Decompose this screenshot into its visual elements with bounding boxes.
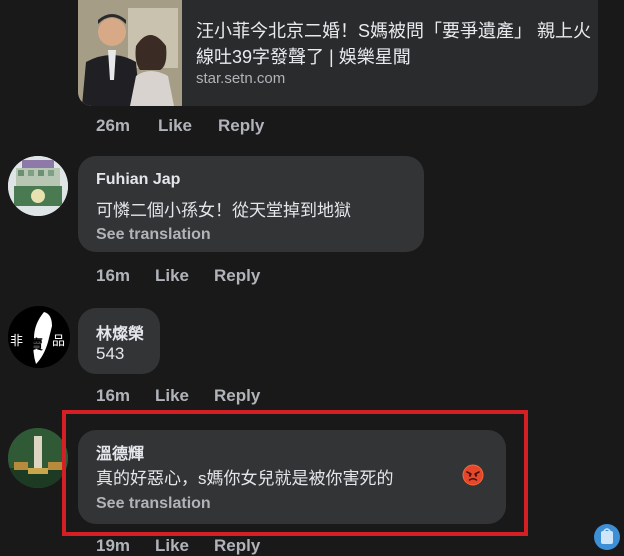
link-preview-thumbnail[interactable]	[78, 0, 182, 106]
comment-text: 543	[96, 344, 125, 363]
highlight-box	[62, 410, 528, 536]
avatar-text: 品	[52, 333, 66, 348]
comment-author[interactable]: 林燦榮	[96, 320, 144, 344]
avatar-text: 賣	[30, 337, 44, 352]
overlay-badge-icon[interactable]	[594, 524, 620, 550]
reply-button[interactable]: Reply	[214, 266, 260, 286]
comment-time: 19m	[96, 536, 131, 555]
like-button[interactable]: Like	[155, 536, 189, 556]
reply-button[interactable]: Reply	[214, 536, 260, 556]
see-translation-link[interactable]: See translation	[96, 226, 211, 244]
avatar[interactable]	[8, 428, 68, 488]
comment-time: 16m	[96, 266, 131, 285]
link-preview-title[interactable]: 汪小菲今北京二婚！S媽被問「要爭遺產」 親上火線吐39字發聲了 | 娛樂星聞	[196, 18, 596, 70]
reply-button[interactable]: Reply	[218, 116, 264, 136]
reply-button[interactable]: Reply	[214, 386, 260, 406]
like-button[interactable]: Like	[155, 266, 189, 286]
avatar-text: 非	[10, 333, 24, 348]
comment-text: 可憐二個小孫女！從天堂掉到地獄	[96, 201, 351, 220]
comment-time: 26m	[96, 116, 131, 135]
avatar[interactable]	[8, 156, 68, 216]
link-preview-domain: star.setn.com	[196, 70, 286, 87]
like-button[interactable]: Like	[155, 386, 189, 406]
like-button[interactable]: Like	[158, 116, 192, 136]
comment-author[interactable]: Fuhian Jap	[96, 171, 180, 189]
comment-time: 16m	[96, 386, 131, 405]
